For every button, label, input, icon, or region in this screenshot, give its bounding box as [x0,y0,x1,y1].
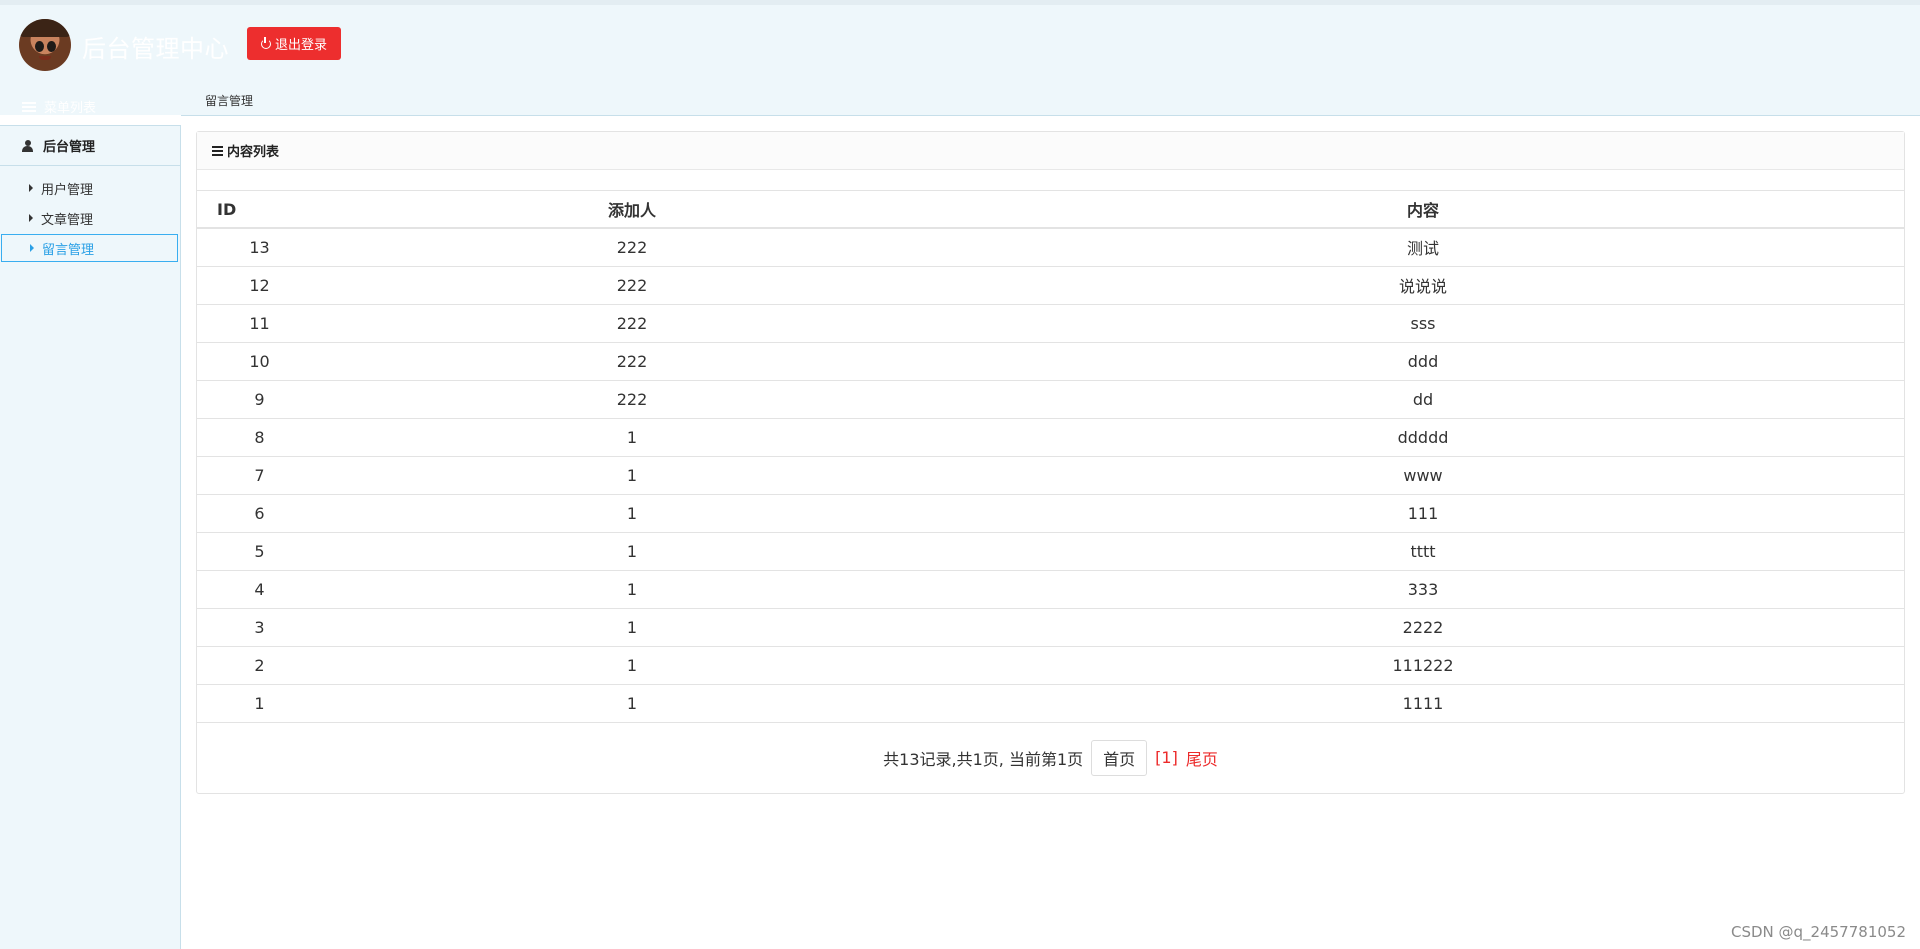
cell-content: dd [942,380,1904,419]
list-icon [22,101,36,112]
avatar [19,19,71,71]
table-header-row: ID 添加人 内容 [197,191,1904,229]
cell-adder: 222 [322,304,942,343]
cell-adder: 222 [322,380,942,419]
column-header-adder: 添加人 [322,191,942,229]
cell-adder: 1 [322,494,942,533]
cell-id: 6 [197,494,322,533]
cell-content: ddd [942,342,1904,381]
cell-content: 111222 [942,646,1904,685]
table-row: 7 1 www [197,456,1904,495]
cell-id: 13 [197,228,322,267]
cell-adder: 222 [322,266,942,305]
table-row: 3 1 2222 [197,608,1904,647]
panel-spacer [197,170,1904,191]
sidebar-group-label: 后台管理 [43,140,96,155]
panel-title: 内容列表 [227,145,280,160]
table-row: 6 1 111 [197,494,1904,533]
cell-adder: 222 [322,228,942,267]
table-row: 13 222 测试 [197,228,1904,267]
cell-content: 1111 [942,684,1904,723]
site-title: 后台管理中心 [82,35,229,63]
cell-adder: 1 [322,608,942,647]
table-row: 8 1 ddddd [197,418,1904,457]
cell-content: www [942,456,1904,495]
table-row: 5 1 tttt [197,532,1904,571]
sidebar-item-label: 留言管理 [42,242,95,258]
logout-label: 退出登录 [274,38,327,53]
cell-id: 3 [197,608,322,647]
sidebar-item-articles[interactable]: 文章管理 [1,204,179,232]
power-icon [260,36,271,49]
table-row: 9 222 dd [197,380,1904,419]
column-header-id: ID [197,191,322,229]
cell-id: 1 [197,684,322,723]
table-row: 10 222 ddd [197,342,1904,381]
cell-adder: 1 [322,532,942,571]
message-table: ID 添加人 内容 13 222 测试 12 222 说说说 11 222 sss 10 222 dd… [197,191,1904,723]
pagination: 共13记录,共1页, 当前第1页 首页 [1] 尾页 [197,723,1904,793]
cell-id: 11 [197,304,322,343]
cell-id: 2 [197,646,322,685]
caret-right-icon [29,214,33,222]
table-row: 2 1 111222 [197,646,1904,685]
table-body: 13 222 测试 12 222 说说说 11 222 sss 10 222 ddd 9 222 dd 8 1 d… [197,228,1904,723]
pagination-summary: 共13记录,共1页, 当前第1页 [883,749,1084,769]
content-panel: 内容列表 ID 添加人 内容 13 222 测试 12 222 说说说 11 222 sss 10… [196,131,1905,794]
last-page-link[interactable]: 尾页 [1186,746,1218,770]
sidebar-group-admin[interactable]: 后台管理 [0,125,180,166]
table-row: 1 1 1111 [197,684,1904,723]
sidebar-item-messages[interactable]: 留言管理 [1,234,178,262]
sidebar: 后台管理 用户管理 文章管理 留言管理 [0,125,181,949]
cell-content: 333 [942,570,1904,609]
sidebar-item-label: 用户管理 [41,182,94,198]
cell-adder: 1 [322,418,942,457]
top-header: 后台管理中心 退出登录 菜单列表 留言管理 [0,0,1920,116]
cell-adder: 222 [322,342,942,381]
cell-adder: 1 [322,570,942,609]
menu-title-label: 菜单列表 [44,101,97,116]
cell-id: 7 [197,456,322,495]
cell-content: 说说说 [942,266,1904,305]
column-header-content: 内容 [942,191,1904,229]
first-page-button[interactable]: 首页 [1091,739,1148,776]
table-row: 4 1 333 [197,570,1904,609]
panel-header: 内容列表 [197,132,1904,170]
cell-id: 12 [197,266,322,305]
watermark: CSDN @q_2457781052 [1731,923,1906,941]
cell-id: 5 [197,532,322,571]
breadcrumb: 留言管理 [205,94,254,108]
page-1-link[interactable]: [1] [1155,748,1178,767]
cell-content: sss [942,304,1904,343]
cell-id: 9 [197,380,322,419]
caret-right-icon [29,184,33,192]
cell-content: 2222 [942,608,1904,647]
sidebar-item-label: 文章管理 [41,212,94,228]
menu-title: 菜单列表 [22,97,96,116]
cell-content: 测试 [942,228,1904,267]
cell-adder: 1 [322,646,942,685]
cell-content: 111 [942,494,1904,533]
cell-id: 10 [197,342,322,381]
cell-adder: 1 [322,684,942,723]
table-row: 11 222 sss [197,304,1904,343]
cell-id: 8 [197,418,322,457]
logout-button[interactable]: 退出登录 [247,27,341,60]
list-icon [212,145,223,156]
cell-content: ddddd [942,418,1904,457]
table-row: 12 222 说说说 [197,266,1904,305]
cell-content: tttt [942,532,1904,571]
sidebar-item-users[interactable]: 用户管理 [1,174,179,202]
user-icon [22,139,33,152]
cell-id: 4 [197,570,322,609]
cell-adder: 1 [322,456,942,495]
caret-right-icon [30,244,34,252]
